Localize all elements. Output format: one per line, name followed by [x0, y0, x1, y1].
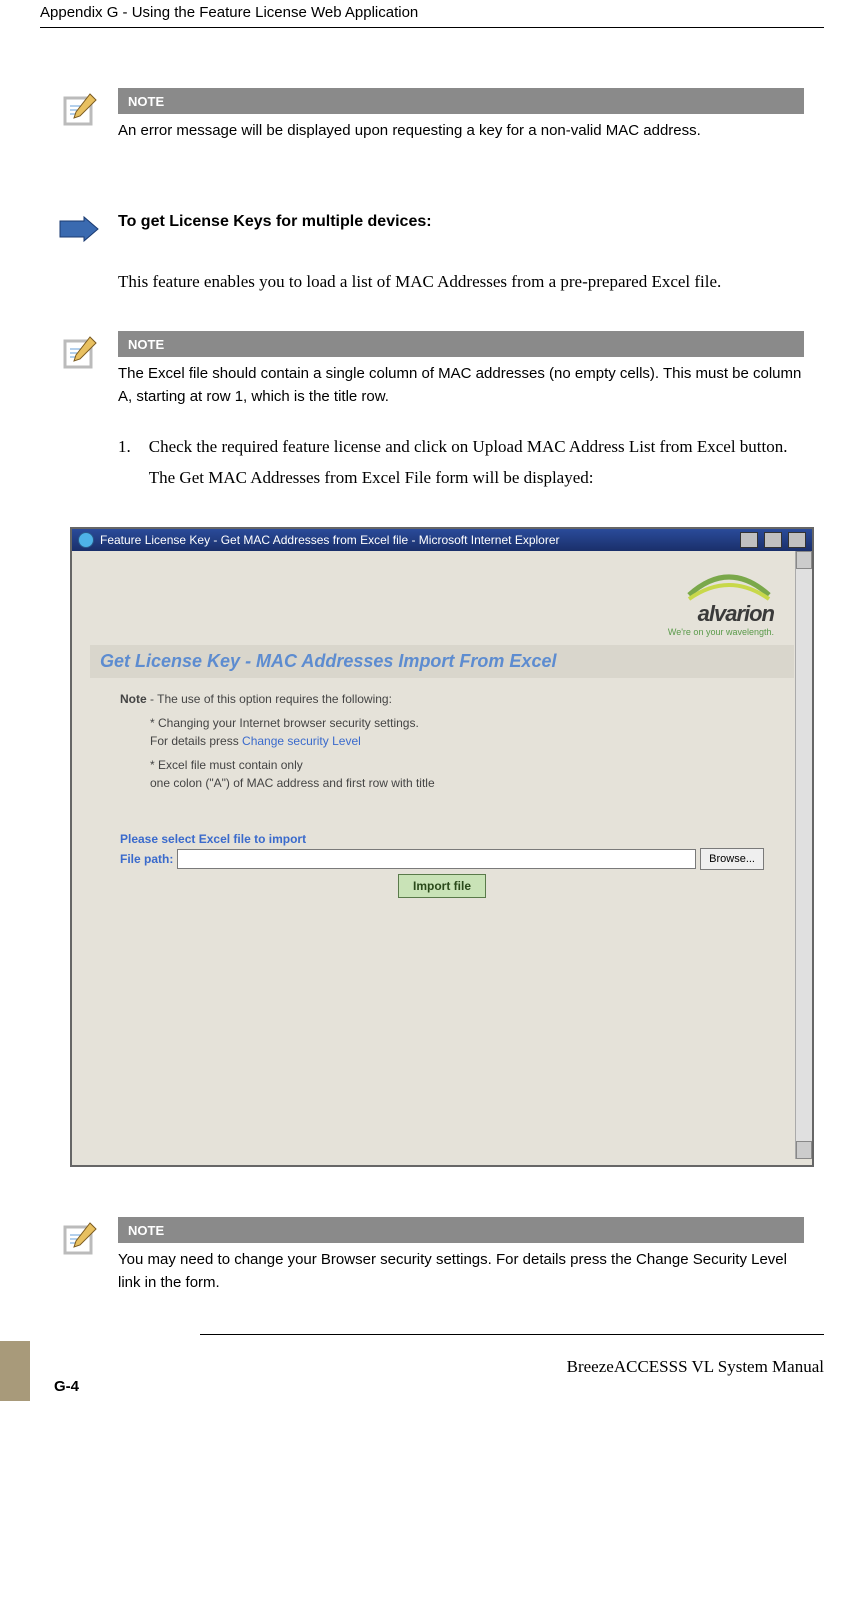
- browse-button[interactable]: Browse...: [700, 848, 764, 870]
- window-titlebar: Feature License Key - Get MAC Addresses …: [72, 529, 812, 551]
- file-path-label: File path:: [120, 852, 173, 866]
- screenshot-heading: Get License Key - MAC Addresses Import F…: [90, 645, 794, 678]
- note-icon: [60, 1219, 100, 1259]
- intro-paragraph: This feature enables you to load a list …: [118, 267, 804, 298]
- note-label: NOTE: [118, 331, 174, 357]
- note-block-1: NOTE An error message will be displayed …: [40, 88, 824, 143]
- arrow-icon: [58, 215, 100, 243]
- screenshot-figure: Feature License Key - Get MAC Addresses …: [70, 527, 814, 1167]
- close-icon[interactable]: [788, 532, 806, 548]
- step-number: 1.: [118, 432, 131, 493]
- note-text: You may need to change your Browser secu…: [118, 1249, 804, 1294]
- file-path-input[interactable]: [177, 849, 696, 869]
- page-number: G-4: [54, 1378, 79, 1401]
- note-block-3: NOTE You may need to change your Browser…: [40, 1217, 824, 1294]
- intro-row: This feature enables you to load a list …: [40, 253, 824, 322]
- scrollbar-vertical[interactable]: [795, 551, 812, 1159]
- step-text: Check the required feature license and c…: [149, 432, 804, 493]
- note-label: NOTE: [118, 1217, 174, 1243]
- logo-text: alvarion: [668, 601, 774, 627]
- note-icon: [60, 333, 100, 373]
- maximize-icon[interactable]: [764, 532, 782, 548]
- change-security-link[interactable]: Change security Level: [242, 734, 361, 748]
- screenshot-note-intro: - The use of this option requires the fo…: [147, 692, 392, 706]
- brand-logo: alvarion We're on your wavelength.: [668, 569, 774, 637]
- screenshot-bullet-1: Changing your Internet browser security …: [150, 714, 764, 750]
- footer-accent-block: [0, 1341, 30, 1401]
- note-label: NOTE: [118, 88, 174, 114]
- import-file-button[interactable]: Import file: [398, 874, 486, 898]
- footer-rule: [200, 1334, 824, 1335]
- screenshot-bullet-2: Excel file must contain only one colon (…: [150, 756, 764, 792]
- manual-title: BreezeACCESSS VL System Manual: [567, 1357, 824, 1401]
- procedure-heading: To get License Keys for multiple devices…: [118, 213, 804, 231]
- note-bar: NOTE: [118, 88, 804, 114]
- note-block-2: NOTE The Excel file should contain a sin…: [40, 331, 824, 408]
- logo-tagline: We're on your wavelength.: [668, 627, 774, 637]
- note-text: The Excel file should contain a single c…: [118, 363, 804, 408]
- minimize-icon[interactable]: [740, 532, 758, 548]
- step-row: 1. Check the required feature license an…: [40, 418, 824, 517]
- screenshot-note-label: Note: [120, 692, 147, 706]
- note-bar: NOTE: [118, 331, 804, 357]
- import-section-label: Please select Excel file to import: [120, 832, 764, 846]
- note-bar: NOTE: [118, 1217, 804, 1243]
- page-header: Appendix G - Using the Feature License W…: [40, 0, 824, 28]
- procedure-heading-row: To get License Keys for multiple devices…: [40, 213, 824, 243]
- ie-icon: [78, 532, 94, 548]
- note-text: An error message will be displayed upon …: [118, 120, 804, 143]
- window-title: Feature License Key - Get MAC Addresses …: [100, 533, 560, 547]
- note-icon: [60, 90, 100, 130]
